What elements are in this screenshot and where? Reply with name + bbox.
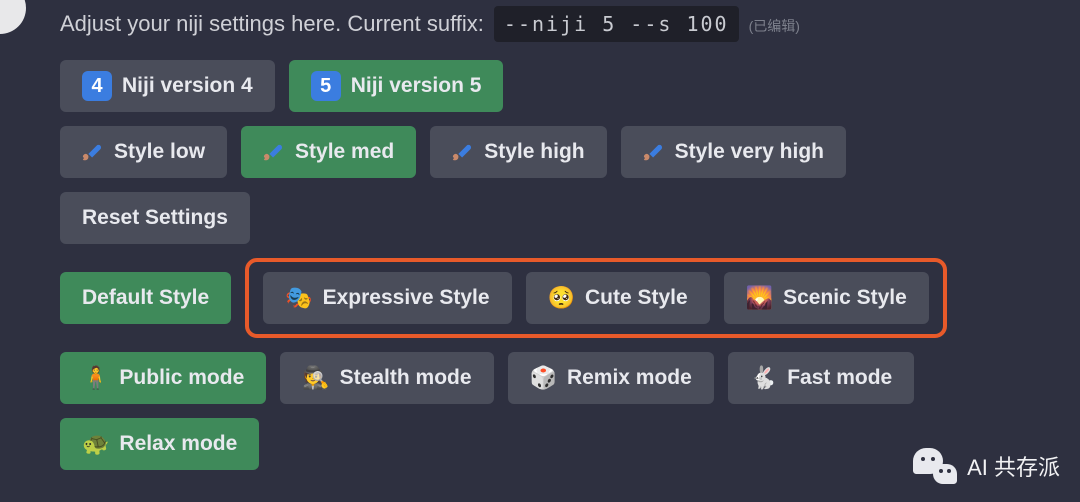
- detective-icon: 🕵️: [302, 367, 329, 389]
- button-label: Expressive Style: [323, 286, 490, 310]
- public-mode-button[interactable]: 🧍 Public mode: [60, 352, 266, 404]
- stealth-mode-button[interactable]: 🕵️ Stealth mode: [280, 352, 493, 404]
- paintbrush-icon: [643, 141, 665, 163]
- button-label: Scenic Style: [783, 286, 907, 310]
- style-low-button[interactable]: Style low: [60, 126, 227, 178]
- row-modes-1: 🧍 Public mode 🕵️ Stealth mode 🎲 Remix mo…: [60, 352, 1080, 404]
- scenic-style-button[interactable]: 🌄 Scenic Style: [724, 272, 929, 324]
- edited-label: (已编辑): [749, 12, 800, 40]
- highlighted-styles-box: 🎭 Expressive Style 🥺 Cute Style 🌄 Scenic…: [245, 258, 947, 338]
- person-standing-icon: 🧍: [82, 367, 109, 389]
- dice-icon: 🎲: [530, 367, 557, 389]
- style-very-high-button[interactable]: Style very high: [621, 126, 846, 178]
- sunrise-icon: 🌄: [746, 287, 773, 309]
- button-label: Niji version 4: [122, 74, 253, 98]
- watermark: AI 共存派: [913, 448, 1060, 484]
- button-label: Default Style: [82, 286, 209, 310]
- message-content: Adjust your niji settings here. Current …: [0, 0, 1080, 470]
- row-style-levels: Style low Style med Style high Style ver…: [60, 126, 1080, 178]
- button-label: Reset Settings: [82, 206, 228, 230]
- keycap-4-icon: 4: [82, 71, 112, 101]
- turtle-icon: 🐢: [82, 433, 109, 455]
- paintbrush-icon: [263, 141, 285, 163]
- wechat-icon: [913, 448, 957, 484]
- row-reset: Reset Settings: [60, 192, 1080, 244]
- button-label: Relax mode: [119, 432, 237, 456]
- button-label: Fast mode: [787, 366, 892, 390]
- button-label: Public mode: [119, 366, 244, 390]
- button-label: Style low: [114, 140, 205, 164]
- remix-mode-button[interactable]: 🎲 Remix mode: [508, 352, 714, 404]
- expressive-style-button[interactable]: 🎭 Expressive Style: [263, 272, 511, 324]
- button-label: Cute Style: [585, 286, 688, 310]
- button-label: Style very high: [675, 140, 824, 164]
- paintbrush-icon: [452, 141, 474, 163]
- button-label: Style high: [484, 140, 584, 164]
- paintbrush-icon: [82, 141, 104, 163]
- reset-settings-button[interactable]: Reset Settings: [60, 192, 250, 244]
- row-versions: 4 Niji version 4 5 Niji version 5: [60, 60, 1080, 112]
- button-label: Niji version 5: [351, 74, 482, 98]
- button-label: Stealth mode: [340, 366, 472, 390]
- keycap-5-icon: 5: [311, 71, 341, 101]
- fast-mode-button[interactable]: 🐇 Fast mode: [728, 352, 914, 404]
- cute-style-button[interactable]: 🥺 Cute Style: [526, 272, 710, 324]
- niji-version-5-button[interactable]: 5 Niji version 5: [289, 60, 504, 112]
- niji-version-4-button[interactable]: 4 Niji version 4: [60, 60, 275, 112]
- relax-mode-button[interactable]: 🐢 Relax mode: [60, 418, 259, 470]
- button-label: Remix mode: [567, 366, 692, 390]
- watermark-label: AI 共存派: [967, 450, 1060, 482]
- settings-header: Adjust your niji settings here. Current …: [60, 6, 1080, 42]
- pleading-face-icon: 🥺: [548, 287, 575, 309]
- default-style-button[interactable]: Default Style: [60, 272, 231, 324]
- masks-icon: 🎭: [285, 287, 312, 309]
- row-styles: Default Style 🎭 Expressive Style 🥺 Cute …: [60, 258, 1080, 338]
- suffix-code: --niji 5 --s 100: [494, 6, 739, 42]
- rabbit-icon: 🐇: [750, 367, 777, 389]
- style-high-button[interactable]: Style high: [430, 126, 606, 178]
- header-prompt-text: Adjust your niji settings here. Current …: [60, 10, 484, 38]
- style-med-button[interactable]: Style med: [241, 126, 416, 178]
- button-label: Style med: [295, 140, 394, 164]
